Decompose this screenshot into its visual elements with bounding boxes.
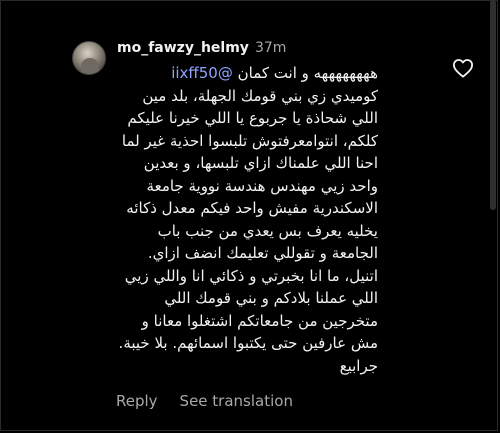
comment-timestamp: 37m [254,40,287,56]
comment-actions: Reply See translation [116,392,293,410]
see-translation-button[interactable]: See translation [180,392,293,410]
comment-text: ههههههههه و انت كمان @iixff50 كوميدي زي … [116,62,378,377]
avatar[interactable] [72,41,106,75]
scrollbar[interactable] [490,0,496,210]
heart-outline-icon[interactable] [452,58,474,78]
mention-link[interactable]: @iixff50 [171,64,233,82]
comment-first-line-text: ههههههههه و انت كمان [237,64,378,82]
comment-first-line: ههههههههه و انت كمان @iixff50 [116,62,378,85]
comment-body: كوميدي زي بني قومك الجهلة، بلد مين اللي … [118,86,378,375]
username-link[interactable]: mo_fawzy_helmy [117,40,249,56]
reply-button[interactable]: Reply [116,392,158,410]
comment-header: mo_fawzy_helmy 37m [117,40,286,60]
